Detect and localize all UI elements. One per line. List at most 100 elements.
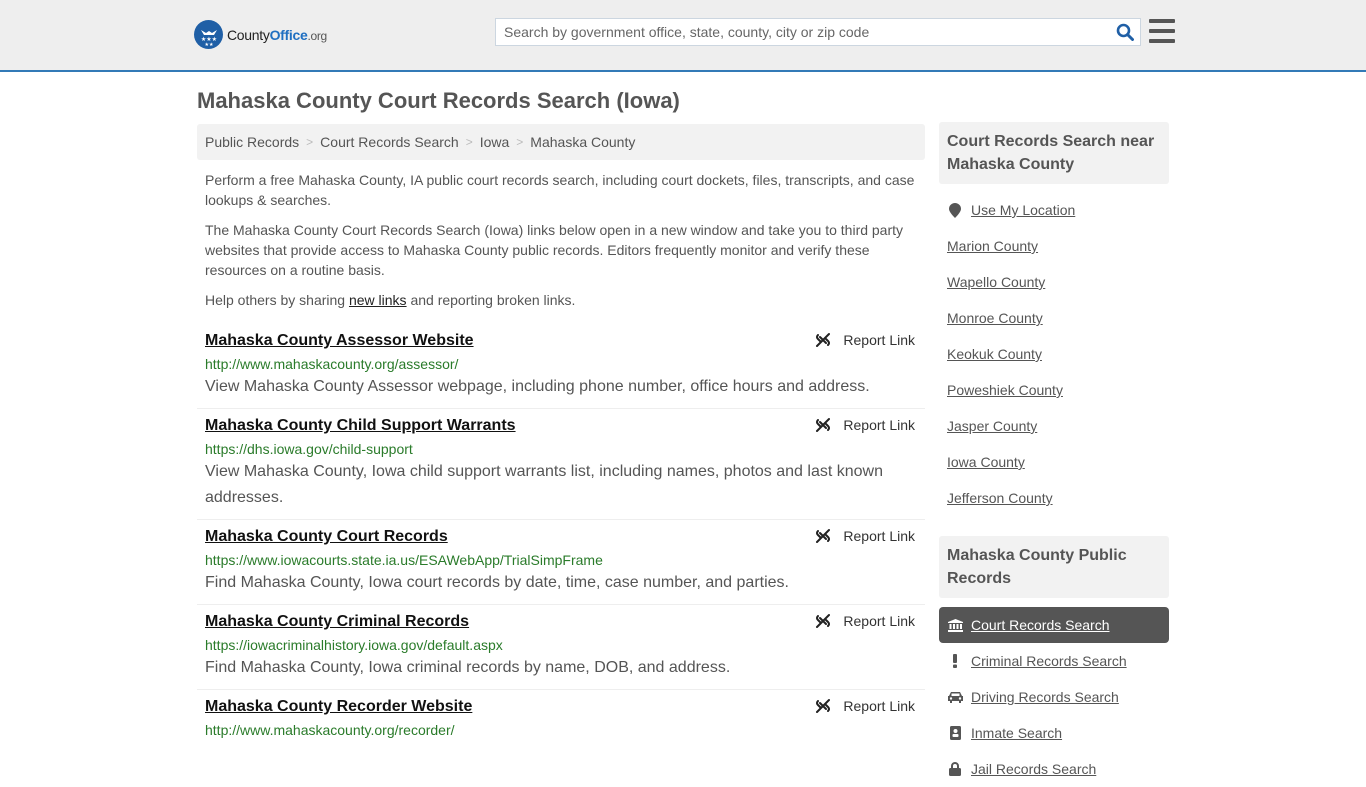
public-records-item-driving[interactable]: Driving Records Search bbox=[939, 679, 1169, 715]
public-records-heading: Mahaska County Public Records bbox=[939, 536, 1169, 598]
search-button[interactable] bbox=[1110, 19, 1140, 45]
nearby-county-item: Keokuk County bbox=[939, 336, 1169, 372]
resource-link-description: Find Mahaska County, Iowa court records … bbox=[205, 574, 789, 591]
nearby-county-link[interactable]: Monroe County bbox=[947, 310, 1043, 326]
sidebar: Court Records Search near Mahaska County… bbox=[939, 122, 1169, 787]
nearby-heading: Court Records Search near Mahaska County bbox=[939, 122, 1169, 184]
map-marker-icon bbox=[947, 202, 963, 218]
breadcrumb-iowa[interactable]: Iowa bbox=[480, 134, 510, 150]
intro-paragraph-2: The Mahaska County Court Records Search … bbox=[205, 222, 904, 278]
public-records-link[interactable]: Court Records Search bbox=[971, 617, 1110, 633]
broken-link-icon bbox=[816, 529, 831, 543]
nearby-county-link[interactable]: Keokuk County bbox=[947, 346, 1042, 362]
breadcrumb-separator: > bbox=[306, 135, 314, 149]
nearby-county-link[interactable]: Jefferson County bbox=[947, 490, 1053, 506]
logo-eagle-icon: ★★★ ★★ bbox=[194, 20, 223, 49]
use-my-location-link[interactable]: Use My Location bbox=[971, 202, 1075, 218]
svg-text:★★: ★★ bbox=[204, 42, 213, 46]
breadcrumb-separator: > bbox=[516, 135, 524, 149]
nearby-county-link[interactable]: Iowa County bbox=[947, 454, 1025, 470]
breadcrumb-court-records-search[interactable]: Court Records Search bbox=[320, 134, 459, 150]
intro-paragraph-1: Perform a free Mahaska County, IA public… bbox=[205, 172, 915, 208]
resource-link-title[interactable]: Mahaska County Child Support Warrants bbox=[205, 415, 516, 437]
report-link-button[interactable]: Report Link bbox=[815, 417, 915, 433]
nearby-county-link[interactable]: Poweshiek County bbox=[947, 382, 1063, 398]
main-content: Public Records > Court Records Search > … bbox=[197, 124, 925, 748]
resource-link-url[interactable]: https://www.iowacourts.state.ia.us/ESAWe… bbox=[205, 550, 917, 570]
public-records-link[interactable]: Driving Records Search bbox=[971, 689, 1119, 705]
logo-org: .org bbox=[307, 28, 327, 43]
public-records-list: Court Records Search Criminal Records Se… bbox=[939, 607, 1169, 787]
resource-link-title[interactable]: Mahaska County Court Records bbox=[205, 526, 448, 548]
public-records-link[interactable]: Jail Records Search bbox=[971, 761, 1096, 777]
report-link-label: Report Link bbox=[843, 698, 915, 714]
site-header: ★★★ ★★ CountyOffice.org bbox=[0, 0, 1366, 72]
resource-link-item: Mahaska County Criminal Records Report L… bbox=[197, 605, 925, 690]
intro-paragraph-3: Help others by sharing new links and rep… bbox=[197, 290, 925, 310]
intro-text: Perform a free Mahaska County, IA public… bbox=[197, 170, 925, 310]
intro-text-before: Help others by sharing bbox=[205, 292, 349, 308]
resource-link-item: Mahaska County Assessor Website Report L… bbox=[197, 324, 925, 409]
nearby-county-link[interactable]: Wapello County bbox=[947, 274, 1045, 290]
lock-icon bbox=[947, 762, 963, 776]
search-icon bbox=[1116, 23, 1134, 41]
report-link-label: Report Link bbox=[843, 528, 915, 544]
resource-link-description: View Mahaska County Assessor webpage, in… bbox=[205, 378, 870, 395]
public-records-item-inmate[interactable]: Inmate Search bbox=[939, 715, 1169, 751]
resource-link-description: View Mahaska County, Iowa child support … bbox=[205, 463, 883, 506]
breadcrumb-mahaska-county[interactable]: Mahaska County bbox=[530, 134, 635, 150]
report-link-button[interactable]: Report Link bbox=[815, 528, 915, 544]
nearby-county-item: Monroe County bbox=[939, 300, 1169, 336]
resource-links-list: Mahaska County Assessor Website Report L… bbox=[197, 324, 925, 748]
new-links-link[interactable]: new links bbox=[349, 292, 407, 308]
report-link-button[interactable]: Report Link bbox=[815, 332, 915, 348]
broken-link-icon bbox=[816, 614, 831, 628]
report-link-button[interactable]: Report Link bbox=[815, 613, 915, 629]
broken-link-icon bbox=[816, 418, 831, 432]
resource-link-title[interactable]: Mahaska County Criminal Records bbox=[205, 611, 469, 633]
search-input[interactable] bbox=[496, 19, 1110, 45]
resource-link-url[interactable]: https://dhs.iowa.gov/child-support bbox=[205, 439, 917, 459]
nearby-county-item: Jefferson County bbox=[939, 480, 1169, 516]
nearby-county-item: Poweshiek County bbox=[939, 372, 1169, 408]
search-bar bbox=[495, 18, 1141, 46]
site-logo[interactable]: ★★★ ★★ CountyOffice.org bbox=[194, 20, 327, 49]
nearby-county-item: Iowa County bbox=[939, 444, 1169, 480]
breadcrumb: Public Records > Court Records Search > … bbox=[197, 124, 925, 160]
resource-link-url[interactable]: https://iowacriminalhistory.iowa.gov/def… bbox=[205, 635, 917, 655]
breadcrumb-separator: > bbox=[465, 135, 473, 149]
broken-link-icon bbox=[816, 699, 831, 713]
report-link-label: Report Link bbox=[843, 332, 915, 348]
car-icon bbox=[947, 691, 963, 703]
page-title: Mahaska County Court Records Search (Iow… bbox=[197, 88, 680, 113]
nearby-county-item: Wapello County bbox=[939, 264, 1169, 300]
logo-text: CountyOffice.org bbox=[227, 27, 327, 43]
resource-link-title[interactable]: Mahaska County Assessor Website bbox=[205, 330, 474, 352]
public-records-link[interactable]: Criminal Records Search bbox=[971, 653, 1127, 669]
menu-bar bbox=[1149, 29, 1175, 33]
public-records-link[interactable]: Inmate Search bbox=[971, 725, 1062, 741]
logo-county: County bbox=[227, 26, 270, 43]
resource-link-description: Find Mahaska County, Iowa criminal recor… bbox=[205, 659, 731, 676]
id-badge-icon bbox=[947, 726, 963, 740]
nearby-county-item: Jasper County bbox=[939, 408, 1169, 444]
resource-link-item: Mahaska County Recorder Website Report L… bbox=[197, 690, 925, 748]
public-records-item-jail[interactable]: Jail Records Search bbox=[939, 751, 1169, 787]
hamburger-menu-icon[interactable] bbox=[1149, 19, 1175, 43]
public-records-item-criminal[interactable]: Criminal Records Search bbox=[939, 643, 1169, 679]
public-records-item-court[interactable]: Court Records Search bbox=[939, 607, 1169, 643]
resource-link-url[interactable]: http://www.mahaskacounty.org/assessor/ bbox=[205, 354, 917, 374]
resource-link-item: Mahaska County Court Records Report Link… bbox=[197, 520, 925, 605]
exclamation-icon bbox=[947, 654, 963, 668]
use-my-location-item: Use My Location bbox=[939, 192, 1169, 228]
breadcrumb-public-records[interactable]: Public Records bbox=[205, 134, 299, 150]
resource-link-url[interactable]: http://www.mahaskacounty.org/recorder/ bbox=[205, 720, 917, 740]
report-link-button[interactable]: Report Link bbox=[815, 698, 915, 714]
resource-link-title[interactable]: Mahaska County Recorder Website bbox=[205, 696, 472, 718]
bank-icon bbox=[947, 618, 963, 632]
nearby-list: Use My Location Marion County Wapello Co… bbox=[939, 192, 1169, 516]
report-link-label: Report Link bbox=[843, 613, 915, 629]
nearby-county-link[interactable]: Jasper County bbox=[947, 418, 1037, 434]
nearby-county-link[interactable]: Marion County bbox=[947, 238, 1038, 254]
menu-bar bbox=[1149, 19, 1175, 23]
